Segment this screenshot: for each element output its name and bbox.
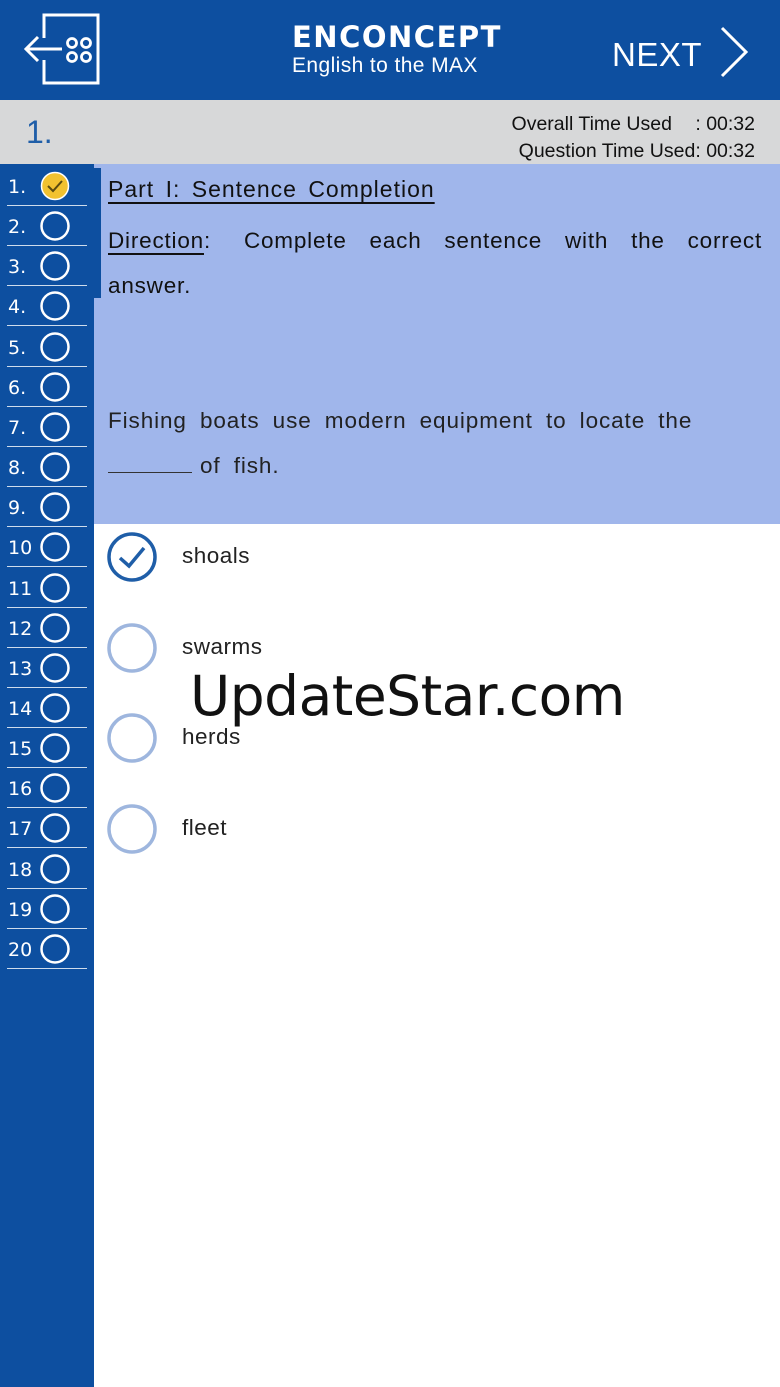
question-nav-number: 7.	[8, 416, 27, 439]
radio-unchecked-icon	[107, 622, 157, 673]
question-nav-number: 6.	[8, 376, 27, 399]
question-nav-number: 15	[8, 738, 33, 761]
question-nav-item[interactable]: 18	[0, 849, 88, 889]
question-nav-item[interactable]: 15	[0, 728, 88, 769]
question-nav-item[interactable]: 20	[0, 929, 88, 969]
unanswered-circle-icon	[40, 853, 70, 884]
unanswered-circle-icon	[40, 893, 70, 924]
answer-option[interactable]: shoals	[104, 529, 704, 585]
navigator-connector	[94, 168, 101, 298]
unanswered-circle-icon	[40, 492, 70, 522]
question-nav-item[interactable]: 13	[0, 648, 88, 688]
unanswered-circle-icon	[40, 372, 70, 402]
radio-unchecked-icon	[107, 713, 157, 763]
unanswered-circle-icon	[40, 612, 70, 643]
overall-time-label: Overall Time Used	[511, 113, 672, 135]
question-nav-number: 17	[8, 818, 33, 841]
question-navigator: 1. 2. 3. 4. 5. 6. 7. 8. 9. 10 11 12 13 14 15 16 17 18 19 20	[0, 164, 94, 1387]
question-nav-number: 11	[8, 577, 33, 600]
watermark: UpdateStar.com	[190, 664, 625, 728]
question-nav-item[interactable]: 16	[0, 768, 88, 809]
unanswered-circle-icon	[40, 773, 70, 803]
question-nav-divider	[7, 967, 87, 969]
radio-checked-icon	[107, 532, 157, 582]
question-nav-number: 19	[8, 898, 33, 921]
unanswered-circle-icon	[40, 813, 70, 844]
answer-option-text: fleet	[182, 814, 228, 840]
current-question-number: 1.	[26, 114, 53, 150]
question-time-label: Question Time Used:	[518, 140, 701, 162]
question-nav-number: 5.	[8, 336, 27, 359]
question-nav-item[interactable]: 19	[0, 889, 88, 929]
direction-separator: :	[203, 228, 212, 253]
unanswered-circle-icon	[40, 693, 70, 723]
stem-before: Fishing boats use modern equipment to lo…	[108, 408, 693, 433]
answer-blank	[108, 448, 192, 473]
question-nav-item[interactable]: 11	[0, 568, 88, 608]
status-bar: 1. Overall Time Used : 00:32 Question Ti…	[0, 100, 780, 164]
question-nav-item[interactable]: 8.	[0, 447, 88, 488]
question-nav-number: 2.	[8, 216, 27, 239]
question-nav-item[interactable]: 4.	[0, 286, 88, 327]
answer-option-text: swarms	[182, 633, 263, 659]
question-nav-item[interactable]: 3.	[0, 246, 88, 287]
brand-tagline: English to the MAX	[292, 54, 478, 77]
question-nav-number: 4.	[8, 296, 27, 319]
overall-time-used: Overall Time Used : 00:32	[512, 113, 755, 136]
unanswered-circle-icon	[40, 532, 70, 563]
question-stem: Fishing boats use modern equipment to lo…	[108, 398, 728, 488]
question-nav-number: 1.	[8, 176, 27, 198]
answer-option[interactable]: fleet	[104, 801, 704, 857]
next-button[interactable]: NEXT	[612, 24, 752, 84]
unanswered-circle-icon	[40, 653, 70, 683]
overall-time-value: : 00:32	[695, 113, 755, 135]
unanswered-circle-icon	[40, 572, 70, 603]
question-nav-item[interactable]: 7.	[0, 407, 88, 447]
question-nav-number: 16	[8, 778, 33, 801]
question-nav-item[interactable]: 9.	[0, 487, 88, 528]
unanswered-circle-icon	[40, 934, 70, 964]
question-nav-number: 14	[8, 697, 33, 720]
direction-text: Direction: Complete each sentence with t…	[108, 218, 762, 308]
radio-unchecked-icon	[107, 803, 157, 854]
question-nav-number: 8.	[8, 457, 27, 480]
question-nav-item[interactable]: 5.	[0, 327, 88, 367]
unanswered-circle-icon	[40, 733, 70, 763]
stem-after: of fish.	[200, 453, 280, 478]
unanswered-circle-icon	[40, 331, 70, 362]
question-nav-number: 3.	[8, 256, 27, 279]
question-time-used: Question Time Used: 00:32	[519, 140, 755, 163]
question-nav-number: 9.	[8, 497, 27, 520]
question-nav-number: 20	[8, 938, 33, 961]
question-nav-item[interactable]: 1.	[0, 166, 88, 206]
question-nav-item[interactable]: 10	[0, 527, 88, 568]
chevron-right-icon	[720, 26, 749, 78]
question-nav-item[interactable]: 14	[0, 688, 88, 728]
unanswered-circle-icon	[40, 291, 70, 322]
direction-label: Direction	[108, 228, 204, 253]
unanswered-circle-icon	[40, 452, 70, 482]
unanswered-circle-icon	[40, 251, 70, 282]
brand-logo: ENCONCEPT English to the MAX	[292, 20, 532, 78]
brand-name: ENCONCEPT	[292, 20, 502, 54]
question-time-value: 00:32	[706, 140, 755, 162]
question-nav-item[interactable]: 6.	[0, 367, 88, 407]
app-header: ENCONCEPT English to the MAX NEXT	[0, 0, 780, 100]
question-nav-number: 13	[8, 657, 33, 680]
unanswered-circle-icon	[40, 412, 70, 442]
question-nav-number: 12	[8, 617, 33, 640]
question-nav-item[interactable]: 17	[0, 808, 88, 849]
answered-check-icon	[40, 171, 70, 201]
question-nav-item[interactable]: 12	[0, 608, 88, 648]
exit-icon	[23, 13, 100, 85]
question-nav-number: 18	[8, 858, 33, 881]
answer-option-text: shoals	[182, 543, 251, 568]
question-nav-item[interactable]: 2.	[0, 206, 88, 247]
unanswered-circle-icon	[40, 211, 70, 241]
exit-button[interactable]	[22, 12, 102, 86]
part-title: Part I: Sentence Completion	[108, 176, 435, 202]
next-label: NEXT	[612, 36, 703, 73]
question-nav-number: 10	[8, 537, 33, 560]
